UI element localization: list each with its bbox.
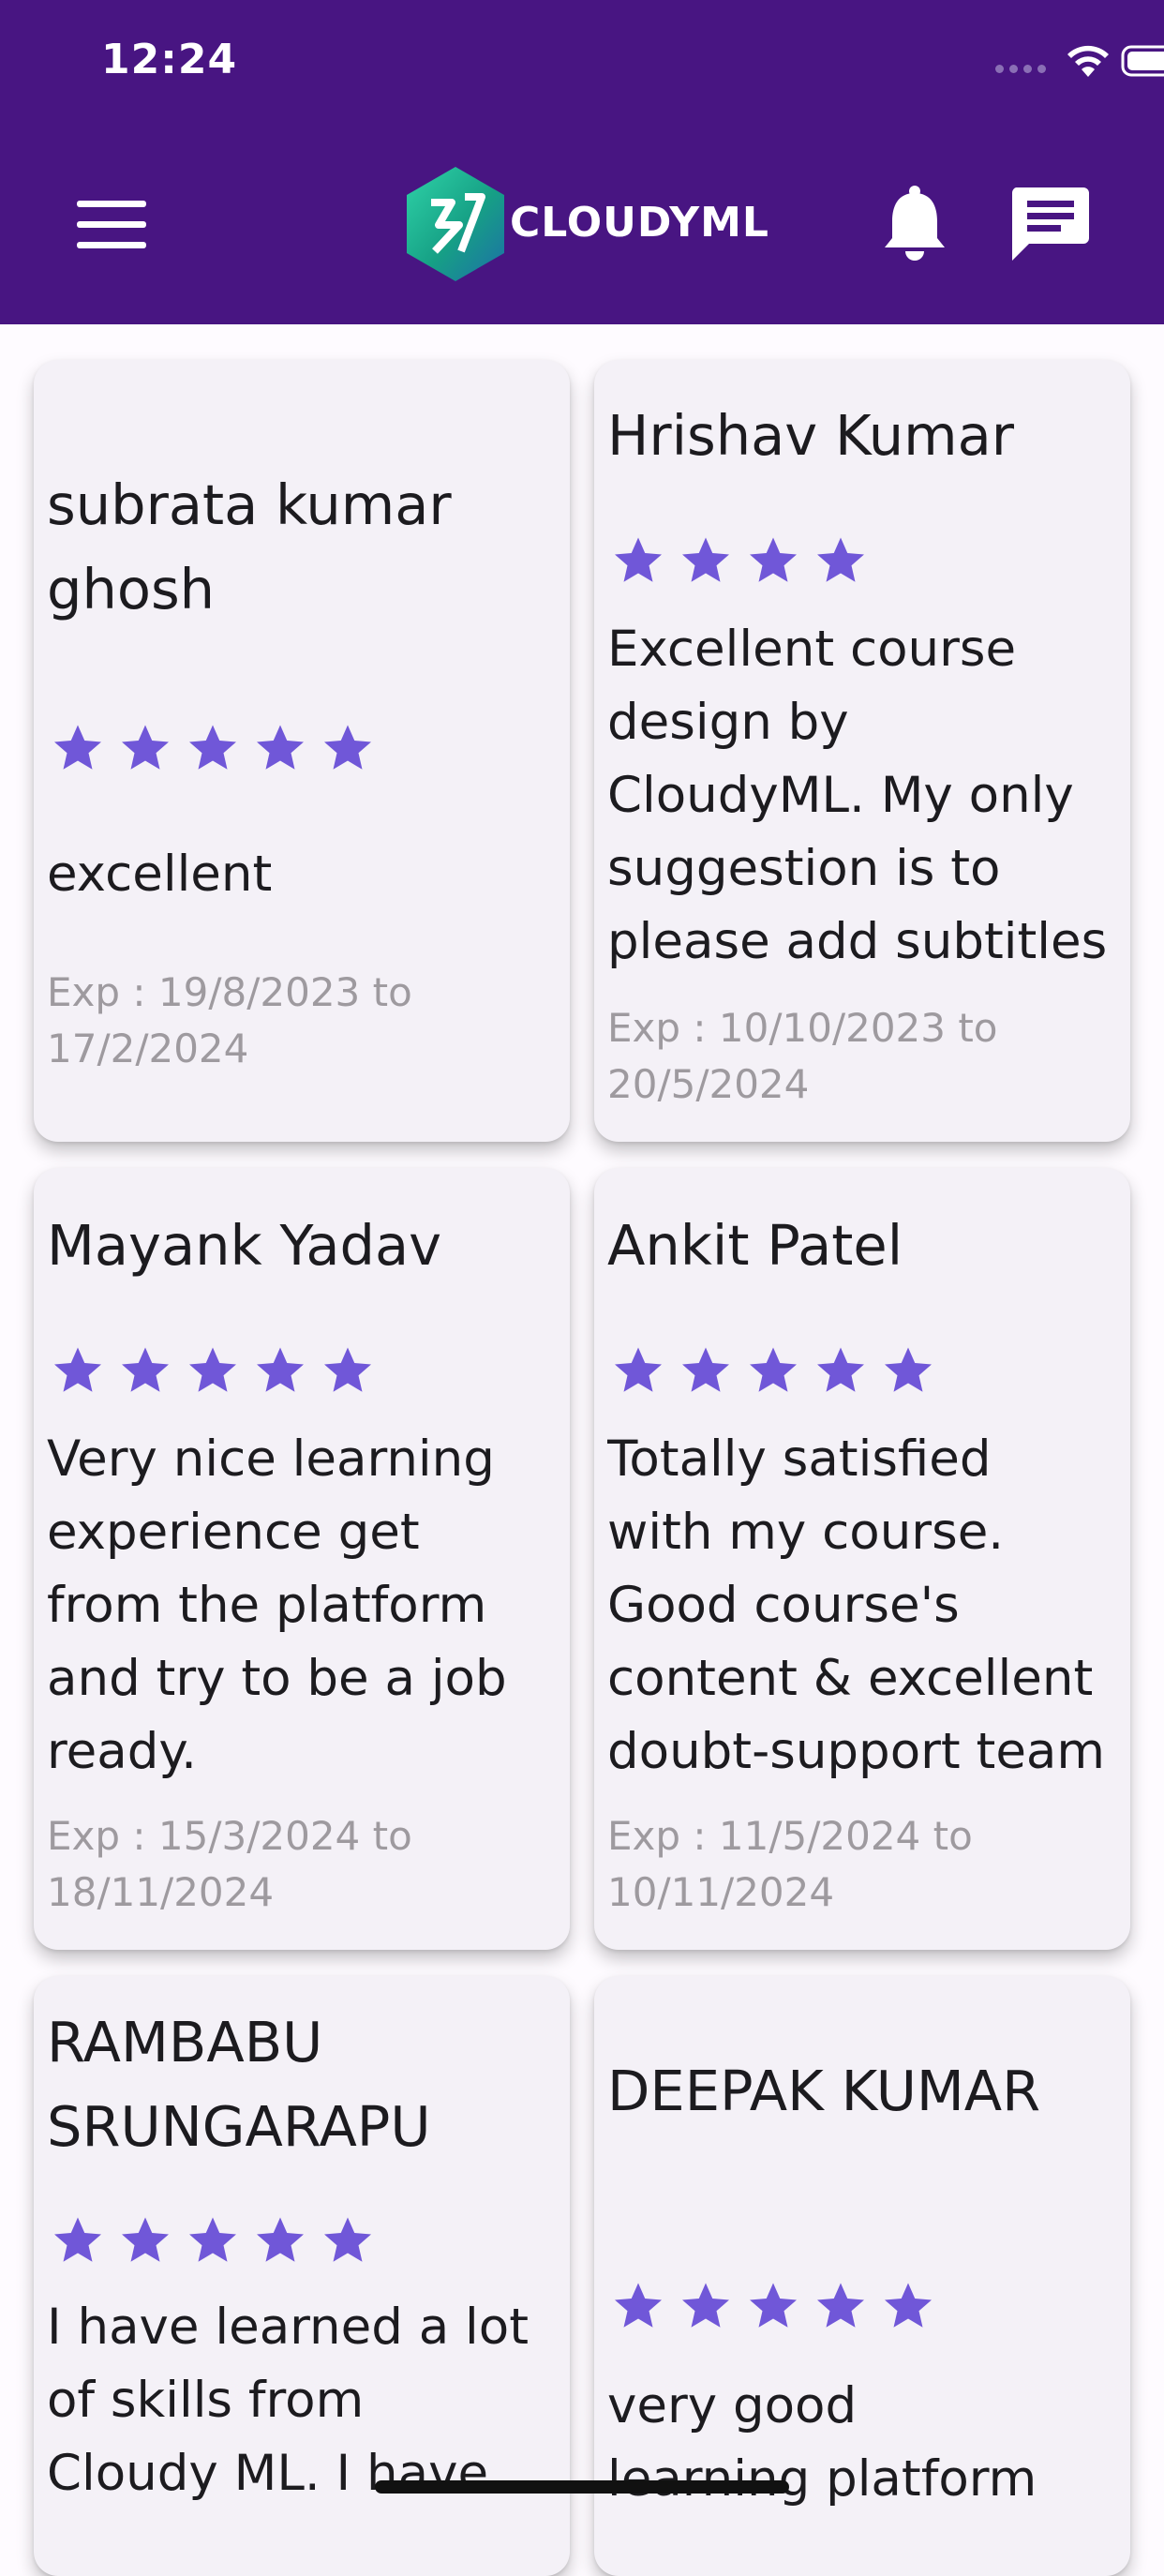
- star-icon: [184, 2212, 242, 2269]
- hamburger-menu-icon[interactable]: [77, 199, 148, 251]
- star-icon: [677, 532, 735, 589]
- star-icon: [116, 2212, 174, 2269]
- review-text: excellent: [47, 846, 273, 903]
- star-icon: [184, 1342, 242, 1399]
- star-icon: [609, 532, 667, 589]
- reviewer-name: Mayank Yadav: [47, 1213, 442, 1278]
- cloudyml-logo-icon: [407, 167, 504, 281]
- star-icon: [609, 2278, 667, 2334]
- review-text: Very nice learning experience get from t…: [47, 1430, 507, 1780]
- star-icon: [879, 1342, 937, 1399]
- star-icon: [49, 1342, 107, 1399]
- star-icon: [116, 1342, 174, 1399]
- app-bar: 12:24 CLOUDYML: [0, 0, 1164, 324]
- star-icon: [251, 2212, 309, 2269]
- star-icon: [812, 532, 870, 589]
- reviewer-name: Ankit Patel: [607, 1213, 903, 1278]
- star-icon: [251, 720, 309, 776]
- review-card[interactable]: Ankit Patel Totally satisfied with my co…: [594, 1168, 1130, 1950]
- chat-message-icon[interactable]: [1008, 184, 1091, 264]
- review-card[interactable]: subrata kumar ghosh excellent Exp : 19/8…: [34, 360, 570, 1142]
- experience-dates: Exp : 11/5/2024 to 10/11/2024: [607, 1813, 973, 1915]
- reviews-grid: subrata kumar ghosh excellent Exp : 19/8…: [0, 324, 1164, 2576]
- home-indicator[interactable]: [375, 2480, 789, 2494]
- star-icon: [879, 2278, 937, 2334]
- reviewer-name: subrata kumar ghosh: [47, 472, 452, 622]
- review-card[interactable]: Mayank Yadav Very nice learning experien…: [34, 1168, 570, 1950]
- review-card[interactable]: Hrishav Kumar Excellent course design by…: [594, 360, 1130, 1142]
- experience-dates: Exp : 15/3/2024 to 18/11/2024: [47, 1813, 412, 1915]
- review-text: very good learning platform: [607, 2377, 1037, 2508]
- star-icon: [812, 2278, 870, 2334]
- review-text: I have learned a lot of skills from Clou…: [47, 2299, 529, 2502]
- star-icon: [319, 2212, 377, 2269]
- star-icon: [812, 1342, 870, 1399]
- brand-name: CLOUDYML: [510, 199, 769, 247]
- star-icon: [116, 720, 174, 776]
- experience-dates: Exp : 10/10/2023 to 20/5/2024: [607, 1005, 998, 1107]
- star-icon: [49, 2212, 107, 2269]
- notification-bell-icon[interactable]: [881, 184, 948, 262]
- star-icon: [319, 1342, 377, 1399]
- star-icon: [677, 2278, 735, 2334]
- cellular-signal-icon: [995, 65, 1048, 76]
- star-icon: [319, 720, 377, 776]
- review-text: Excellent course design by CloudyML. My …: [607, 621, 1108, 970]
- battery-icon: [1121, 45, 1164, 77]
- star-icon: [251, 1342, 309, 1399]
- reviewer-name: Hrishav Kumar: [607, 403, 1015, 468]
- star-icon: [609, 1342, 667, 1399]
- brand-logo: CLOUDYML: [403, 165, 769, 283]
- review-text: Totally satisfied with my course. Good c…: [607, 1430, 1106, 1780]
- reviewer-name: RAMBABU SRUNGARAPU: [47, 2010, 431, 2159]
- star-icon: [49, 720, 107, 776]
- wifi-icon: [1067, 45, 1109, 77]
- star-icon: [184, 720, 242, 776]
- star-icon: [744, 1342, 802, 1399]
- star-icon: [744, 532, 802, 589]
- experience-dates: Exp : 19/8/2023 to 17/2/2024: [47, 969, 412, 1071]
- reviewer-name: DEEPAK KUMAR: [607, 2059, 1041, 2123]
- star-icon: [744, 2278, 802, 2334]
- star-icon: [677, 1342, 735, 1399]
- status-time: 12:24: [101, 36, 238, 83]
